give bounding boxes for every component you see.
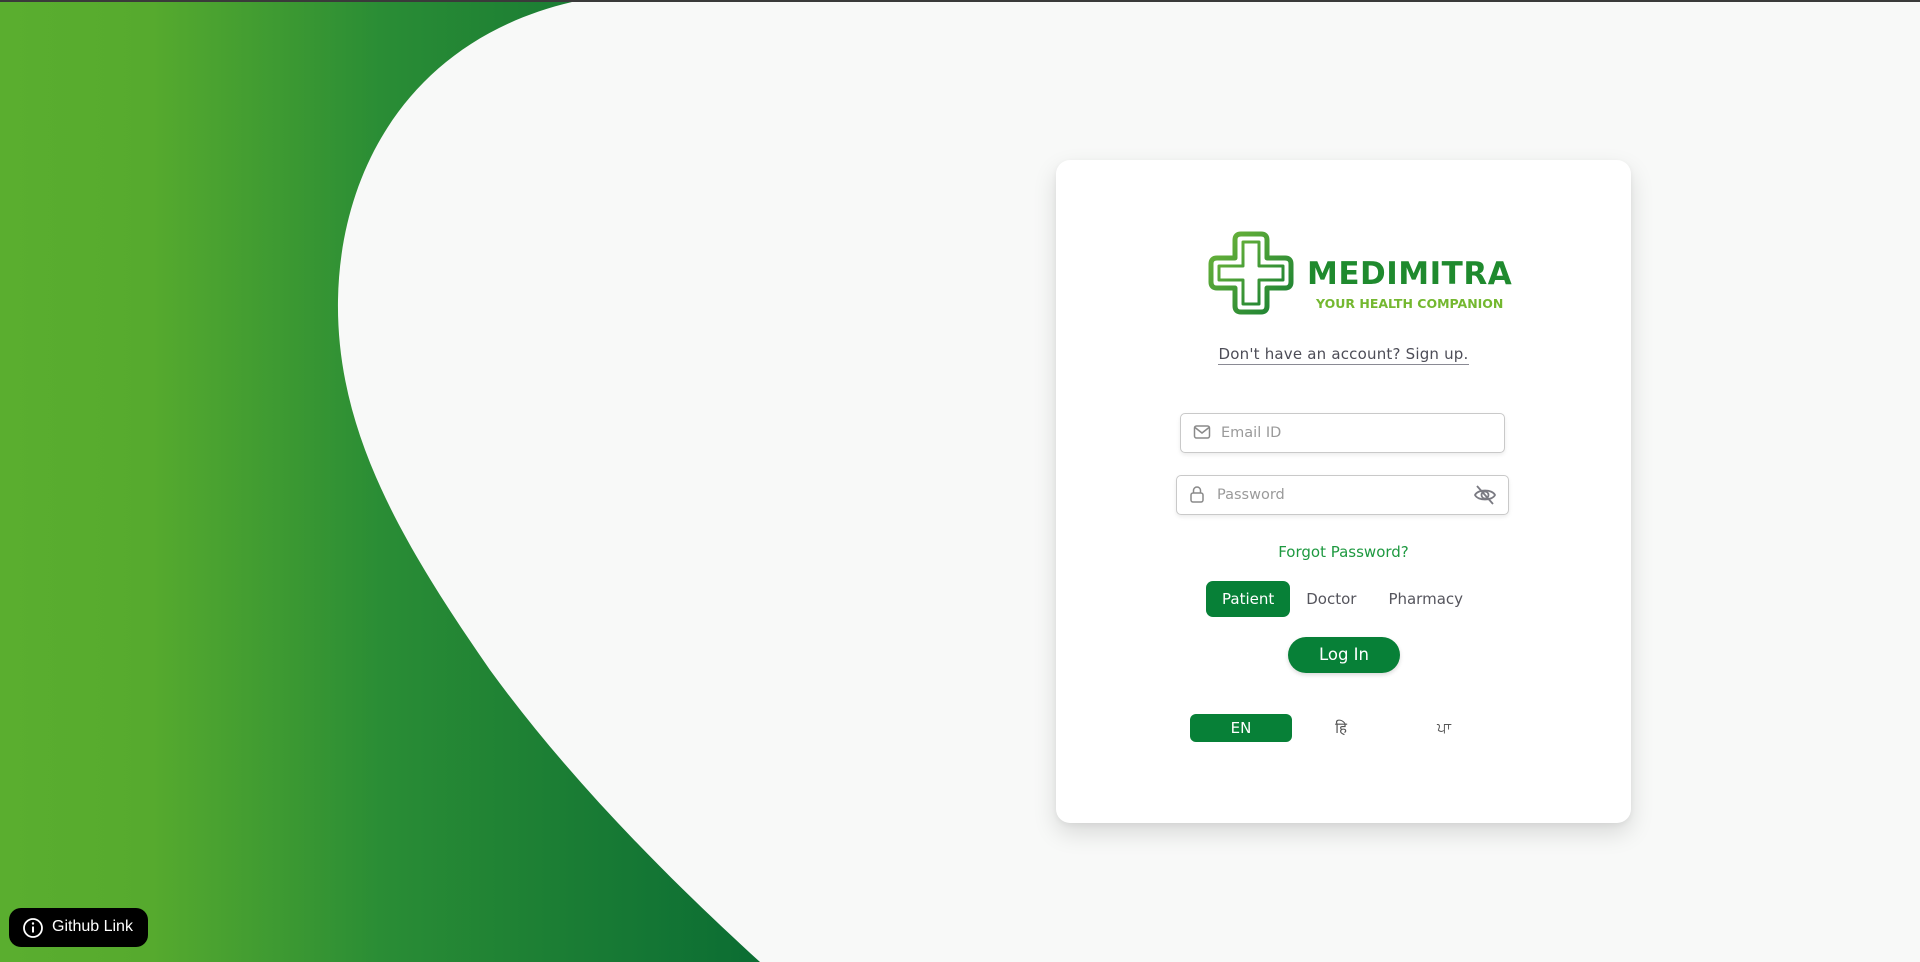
green-wave-background: [0, 2, 760, 962]
language-hindi-button[interactable]: हि: [1321, 714, 1361, 742]
github-link-button[interactable]: Github Link: [9, 908, 148, 947]
eye-off-icon[interactable]: [1473, 483, 1497, 507]
brand-tagline: YOUR HEALTH COMPANION: [1316, 296, 1504, 311]
signup-link[interactable]: Don't have an account? Sign up.: [1218, 345, 1469, 365]
password-field: [1176, 475, 1509, 515]
role-pharmacy-tab[interactable]: Pharmacy: [1372, 581, 1479, 617]
forgot-password-link[interactable]: Forgot Password?: [1278, 543, 1409, 561]
mail-icon: [1193, 425, 1211, 439]
lock-icon: [1190, 486, 1204, 503]
info-icon: [23, 918, 43, 938]
brand-name: MEDIMITRA: [1307, 256, 1513, 292]
login-card: MEDIMITRA YOUR HEALTH COMPANION Don't ha…: [1056, 160, 1631, 823]
language-en-button[interactable]: EN: [1190, 714, 1292, 742]
role-patient-tab[interactable]: Patient: [1206, 581, 1291, 617]
github-link-label: Github Link: [52, 918, 133, 935]
signup-row: Don't have an account? Sign up.: [1056, 344, 1631, 365]
language-punjabi-button[interactable]: ਪਾ: [1424, 714, 1464, 742]
password-input[interactable]: [1217, 476, 1467, 514]
login-button[interactable]: Log In: [1288, 637, 1400, 673]
login-page: MEDIMITRA YOUR HEALTH COMPANION Don't ha…: [0, 0, 1920, 962]
email-input[interactable]: [1221, 414, 1491, 452]
role-doctor-tab[interactable]: Doctor: [1290, 581, 1372, 617]
forgot-row: Forgot Password?: [1056, 542, 1631, 561]
email-field: [1180, 413, 1505, 453]
role-selector: Patient Doctor Pharmacy: [1206, 581, 1479, 617]
